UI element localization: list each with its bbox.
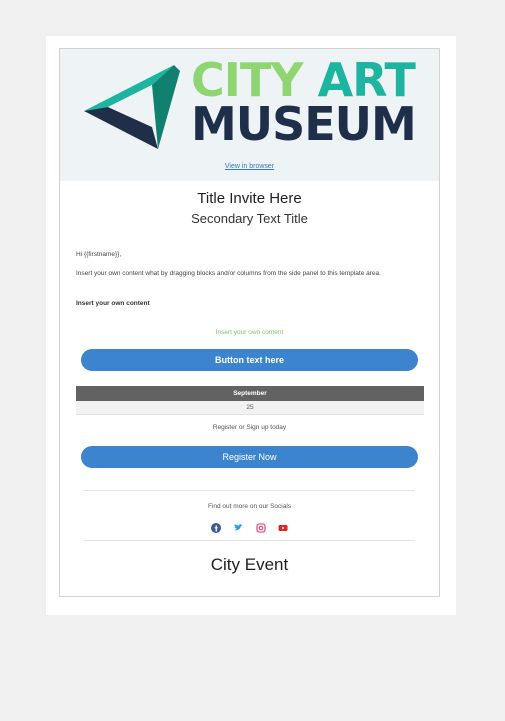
socials-label: Find out more on our Socials bbox=[207, 503, 292, 510]
email-preview-card: CITY ART MUSEUM View in browser Title In… bbox=[46, 36, 456, 615]
museum-logo-icon bbox=[84, 65, 180, 149]
bold-content-line: Insert your own content bbox=[76, 300, 150, 307]
email-header: CITY ART MUSEUM View in browser bbox=[60, 49, 439, 181]
museum-logo-text: CITY ART MUSEUM bbox=[191, 57, 417, 151]
instagram-icon[interactable] bbox=[256, 523, 266, 533]
accent-content-text: Insert your own content bbox=[215, 329, 284, 336]
email-template: CITY ART MUSEUM View in browser Title In… bbox=[59, 48, 440, 597]
social-icons-row bbox=[60, 519, 439, 537]
register-now-button[interactable]: Register Now bbox=[81, 446, 418, 468]
footer-divider bbox=[84, 540, 415, 541]
section-divider bbox=[84, 490, 415, 491]
footer-title: City Event bbox=[210, 555, 289, 574]
greeting-text: Hi {{firstname}}, bbox=[76, 251, 122, 258]
event-table-header: September bbox=[76, 386, 424, 401]
body-paragraph: Insert your own content what by dragging… bbox=[76, 270, 381, 277]
invite-subtitle: Secondary Text Title bbox=[191, 211, 308, 226]
twitter-icon[interactable] bbox=[233, 523, 243, 533]
primary-cta-button[interactable]: Button text here bbox=[81, 349, 418, 371]
event-table-cell: 25 bbox=[76, 401, 424, 415]
logo-word-museum: MUSEUM bbox=[191, 97, 417, 151]
invite-title: Title Invite Here bbox=[197, 190, 302, 207]
youtube-icon[interactable] bbox=[278, 523, 288, 533]
register-prompt: Register or Sign up today bbox=[212, 424, 287, 431]
view-in-browser-link[interactable]: View in browser bbox=[60, 163, 439, 170]
facebook-icon[interactable] bbox=[210, 522, 221, 533]
